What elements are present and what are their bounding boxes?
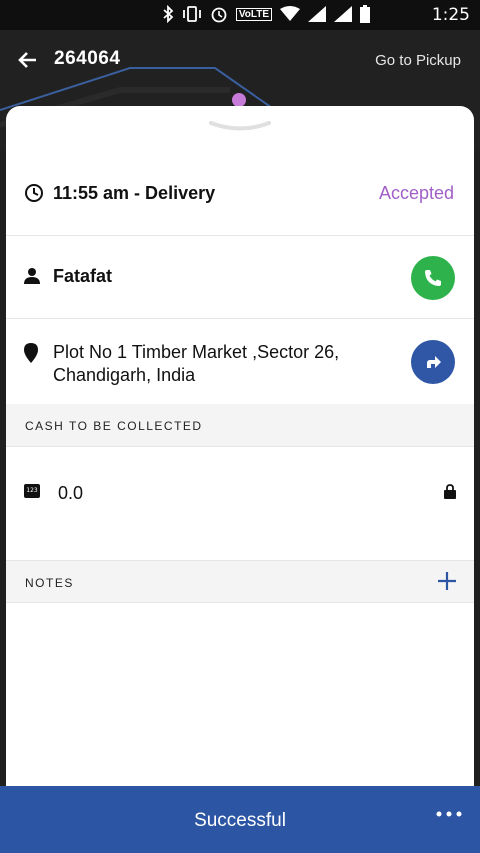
call-button[interactable] [411,256,455,300]
customer-row: Fatafat [6,236,474,319]
notes-section-header: NOTES [6,560,474,603]
signal-icon [308,6,326,22]
delivery-time-row: 11:55 am - Delivery Accepted [6,166,474,236]
navigate-button[interactable] [411,340,455,384]
cash-section-label: CASH TO BE COLLECTED [25,419,203,433]
numpad-icon: 123 [24,484,40,498]
address-line-2: Chandigarh, India [53,365,196,385]
volte-badge: VoLTE [235,7,272,21]
phone-icon [425,270,441,286]
delivery-detail-card: 11:55 am - Delivery Accepted Fatafat Plo… [6,106,474,806]
back-arrow-icon[interactable] [14,46,42,74]
clock-icon [25,184,43,202]
lock-icon [444,484,456,499]
cash-amount-field[interactable]: 0.0 [58,483,83,504]
more-options-icon[interactable] [436,810,462,818]
status-icons: VoLTE [162,5,370,23]
wifi-icon [280,6,300,21]
notes-section-label: NOTES [25,576,74,590]
go-to-pickup-link[interactable]: Go to Pickup [375,52,461,69]
location-pin-icon [24,343,38,363]
customer-name: Fatafat [53,266,113,286]
bluetooth-icon [163,5,174,23]
cash-row[interactable]: 123 0.0 [6,447,474,559]
clock-time: 1:25 [431,5,470,25]
status-badge: Accepted [378,183,454,203]
address-line-1: Plot No 1 Timber Market ,Sector 26, [53,342,340,362]
directions-icon [427,356,441,368]
delivery-address: Plot No 1 Timber Market ,Sector 26, Chan… [53,341,393,387]
order-id: 264064 [54,48,121,69]
person-icon [24,268,40,284]
map-pin-icon [232,93,246,107]
vibrate-icon [182,6,201,22]
alarm-icon [211,7,227,23]
add-note-icon[interactable] [436,570,458,592]
address-row: Plot No 1 Timber Market ,Sector 26, Chan… [6,319,474,404]
status-bar: VoLTE 1:25 [0,0,480,30]
successful-button[interactable]: Successful [0,786,480,853]
signal-icon [334,6,352,22]
delivery-time-label: 11:55 am - Delivery [53,183,216,203]
drag-handle-icon[interactable] [209,120,271,134]
bottom-action-bar: Successful [0,786,480,853]
cash-section-header: CASH TO BE COLLECTED [6,404,474,447]
battery-icon [360,5,370,23]
